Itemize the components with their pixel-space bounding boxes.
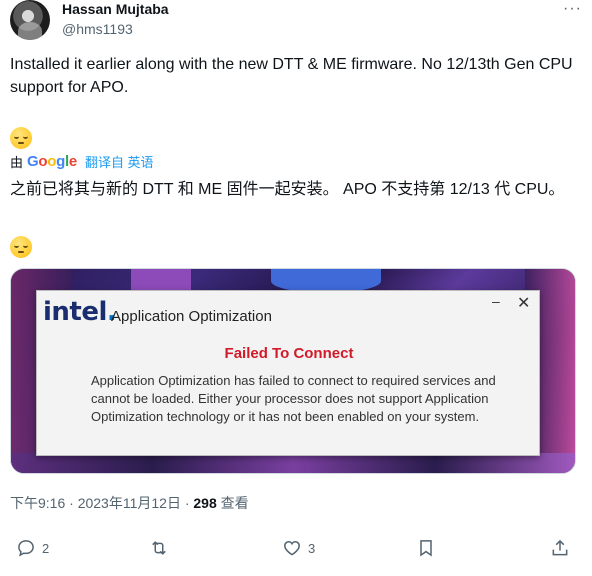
heart-icon bbox=[284, 540, 300, 556]
dialog-title: Application Optimization bbox=[111, 308, 272, 325]
intel-logo: intel. bbox=[43, 297, 117, 327]
retweet-icon bbox=[152, 541, 166, 555]
timestamp[interactable]: 下午9:16 · 2023年11月12日 · bbox=[10, 495, 193, 511]
bookmark-icon bbox=[420, 540, 432, 557]
google-logo-icon: Google bbox=[27, 153, 77, 170]
avatar[interactable] bbox=[10, 0, 50, 40]
views-label: 查看 bbox=[216, 495, 249, 511]
reply-button[interactable]: 2 bbox=[16, 538, 49, 558]
author-handle[interactable]: @hms1193 bbox=[62, 21, 133, 37]
share-button[interactable] bbox=[550, 538, 570, 558]
author-name[interactable]: Hassan Mujtaba bbox=[62, 1, 169, 17]
pensive-face-icon bbox=[10, 236, 32, 258]
translation-bar: 由 Google 翻译自 英语 bbox=[10, 152, 154, 171]
apo-dialog: intel. Application Optimization – ✕ Fail… bbox=[36, 290, 540, 456]
translation-prefix: 由 bbox=[10, 155, 24, 170]
error-message: Application Optimization has failed to c… bbox=[91, 373, 496, 424]
translated-text: 之前已将其与新的 DTT 和 ME 固件一起安装。 APO 不支持第 12/13… bbox=[10, 181, 565, 198]
close-icon[interactable]: ✕ bbox=[517, 293, 530, 313]
reply-count: 2 bbox=[42, 540, 50, 556]
minimize-button[interactable]: – bbox=[492, 293, 500, 309]
like-count: 3 bbox=[308, 540, 316, 556]
tweet-header: Hassan Mujtaba @hms1193 ··· bbox=[10, 0, 582, 40]
retweet-button[interactable] bbox=[148, 538, 176, 558]
tweet-text: Installed it earlier along with the new … bbox=[10, 56, 573, 96]
reply-icon bbox=[18, 540, 34, 557]
bookmark-button[interactable] bbox=[416, 538, 436, 558]
background-art bbox=[11, 453, 575, 473]
error-title: Failed To Connect bbox=[224, 345, 354, 362]
translation-link[interactable]: 翻译自 英语 bbox=[85, 152, 154, 171]
tweet-meta: 下午9:16 · 2023年11月12日 · 298 查看 bbox=[10, 493, 249, 513]
view-count: 298 bbox=[193, 495, 217, 511]
like-button[interactable]: 3 bbox=[282, 538, 315, 558]
action-bar: 2 3 bbox=[10, 538, 574, 568]
more-dots-icon[interactable]: ··· bbox=[563, 0, 582, 18]
share-icon bbox=[552, 539, 568, 556]
pensive-face-icon bbox=[10, 127, 32, 149]
